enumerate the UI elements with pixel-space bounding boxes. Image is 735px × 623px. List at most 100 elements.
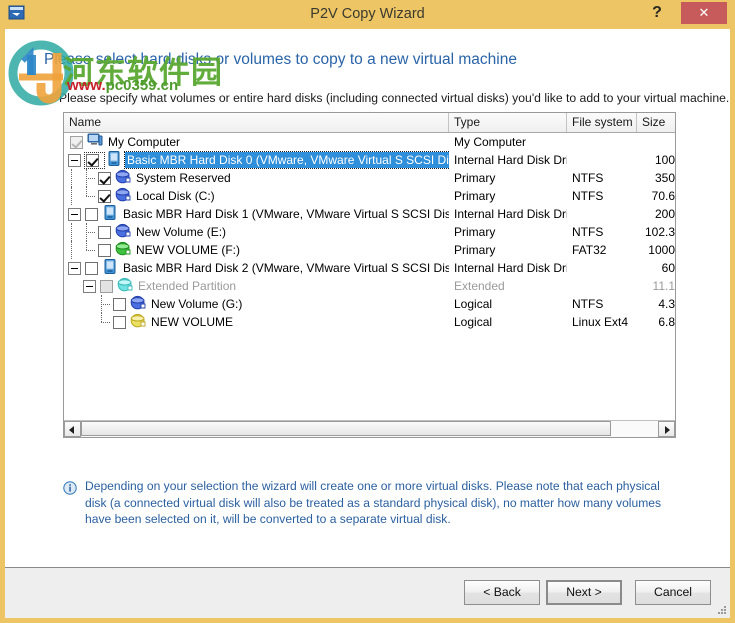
close-button[interactable]: ✕ <box>681 2 727 24</box>
row-checkbox[interactable] <box>98 243 111 257</box>
row-checkbox[interactable] <box>86 153 99 167</box>
tree-collapse-icon[interactable] <box>68 261 81 275</box>
resize-grip-icon[interactable] <box>715 604 727 616</box>
table-row[interactable]: NEW VOLUME (F:) Primary FAT32 1000 <box>64 241 675 259</box>
tree-item-label[interactable]: New Volume (E:) <box>134 224 228 240</box>
tree-item-label[interactable]: Extended Partition <box>136 278 238 294</box>
tree-item-label[interactable]: NEW VOLUME (F:) <box>134 242 242 258</box>
tree-item-type: Primary <box>454 243 496 257</box>
tree-item-name-cell[interactable]: Basic MBR Hard Disk 1 (VMware, VMware Vi… <box>64 205 449 223</box>
tree-item-label[interactable]: My Computer <box>106 134 182 150</box>
tree-collapse-icon[interactable] <box>68 153 81 167</box>
tree-item-file-system: FAT32 <box>572 243 607 257</box>
tree-item-name-cell[interactable]: NEW VOLUME (F:) <box>64 241 449 259</box>
row-checkbox[interactable] <box>85 261 98 275</box>
scrollbar-thumb[interactable] <box>81 421 611 436</box>
column-header-file-system[interactable]: File system <box>567 113 637 132</box>
tree-item-label[interactable]: Basic MBR Hard Disk 0 (VMware, VMware Vi… <box>124 151 449 169</box>
table-row[interactable]: System Reserved Primary NTFS 350 <box>64 169 675 187</box>
tree-item-label[interactable]: Basic MBR Hard Disk 2 (VMware, VMware Vi… <box>121 260 449 276</box>
row-checkbox[interactable] <box>85 207 98 221</box>
table-row[interactable]: Basic MBR Hard Disk 2 (VMware, VMware Vi… <box>64 259 675 277</box>
column-header-name[interactable]: Name <box>64 113 449 132</box>
hard-disk-icon <box>102 205 118 223</box>
tree-line <box>83 223 98 241</box>
next-button[interactable]: Next > <box>546 580 622 605</box>
tree-item-name-cell[interactable]: System Reserved <box>64 169 449 187</box>
scrollbar-track[interactable] <box>81 421 658 437</box>
tree-item-type: Internal Hard Disk Drive <box>454 261 567 275</box>
row-checkbox[interactable] <box>98 189 111 203</box>
table-row[interactable]: New Volume (G:) Logical NTFS 4.3 <box>64 295 675 313</box>
table-row[interactable]: Local Disk (C:) Primary NTFS 70.6 <box>64 187 675 205</box>
row-checkbox[interactable] <box>113 315 126 329</box>
tree-line <box>68 223 83 241</box>
tree-item-label[interactable]: Basic MBR Hard Disk 1 (VMware, VMware Vi… <box>121 206 449 222</box>
tree-item-size: 4.3 <box>658 297 675 311</box>
column-header-row: Name Type File system Size <box>64 113 675 133</box>
help-button[interactable]: ? <box>639 0 675 26</box>
tree-item-name-cell[interactable]: NEW VOLUME <box>64 313 449 331</box>
info-note-text: Depending on your selection the wizard w… <box>85 479 662 526</box>
tree-line <box>83 169 98 187</box>
cancel-button[interactable]: Cancel <box>635 580 711 605</box>
row-checkbox <box>70 135 83 149</box>
tree-collapse-icon[interactable] <box>68 207 81 221</box>
tree-item-file-system: NTFS <box>572 171 604 185</box>
row-checkbox[interactable] <box>100 279 113 293</box>
disk-volume-tree[interactable]: Name Type File system Size My Computer My… <box>63 112 676 438</box>
row-checkbox[interactable] <box>113 297 126 311</box>
tree-item-size: 11.1 <box>652 279 675 293</box>
back-button[interactable]: < Back <box>464 580 540 605</box>
tree-item-name-cell[interactable]: Extended Partition <box>64 277 449 295</box>
window-title: P2V Copy Wizard <box>310 6 425 22</box>
table-row[interactable]: My Computer My Computer <box>64 133 675 151</box>
table-row[interactable]: Basic MBR Hard Disk 0 (VMware, VMware Vi… <box>64 151 675 169</box>
tree-line <box>83 241 98 259</box>
tree-item-name-cell[interactable]: Basic MBR Hard Disk 2 (VMware, VMware Vi… <box>64 259 449 277</box>
tree-item-size: 60 <box>661 261 675 275</box>
tree-line <box>68 241 83 259</box>
scroll-right-arrow-icon[interactable] <box>658 421 675 437</box>
tree-item-name-cell[interactable]: My Computer <box>64 133 449 151</box>
tree-item-size: 70.6 <box>651 189 675 203</box>
page-description: Please specify what volumes or entire ha… <box>59 91 730 105</box>
wizard-client-area: Please select hard disks or volumes to c… <box>5 29 730 567</box>
tree-item-type: Internal Hard Disk Drive <box>454 153 567 167</box>
scroll-left-arrow-icon[interactable] <box>64 421 81 437</box>
tree-line <box>68 169 83 187</box>
row-checkbox[interactable] <box>98 225 111 239</box>
volume-blue-icon <box>115 187 131 205</box>
tree-item-size: 102.3 <box>644 225 675 239</box>
row-checkbox[interactable] <box>98 171 111 185</box>
volume-green-icon <box>115 241 131 259</box>
tree-item-size: 1000 <box>648 243 675 257</box>
tree-item-file-system: NTFS <box>572 297 604 311</box>
tree-item-name-cell[interactable]: Local Disk (C:) <box>64 187 449 205</box>
table-row[interactable]: Extended Partition Extended 11.1 <box>64 277 675 295</box>
tree-item-name-cell[interactable]: Basic MBR Hard Disk 0 (VMware, VMware Vi… <box>64 151 449 169</box>
tree-item-type: My Computer <box>454 135 527 149</box>
tree-item-type: Primary <box>454 189 496 203</box>
tree-item-type: Primary <box>454 225 496 239</box>
column-header-size[interactable]: Size <box>637 113 675 132</box>
table-row[interactable]: Basic MBR Hard Disk 1 (VMware, VMware Vi… <box>64 205 675 223</box>
tree-item-name-cell[interactable]: New Volume (E:) <box>64 223 449 241</box>
volume-blue-icon <box>115 169 131 187</box>
tree-collapse-icon[interactable] <box>83 279 96 293</box>
horizontal-scrollbar[interactable] <box>64 420 675 437</box>
tree-item-file-system: NTFS <box>572 225 604 239</box>
tree-item-label[interactable]: NEW VOLUME <box>149 314 235 330</box>
tree-item-name-cell[interactable]: New Volume (G:) <box>64 295 449 313</box>
tree-item-label[interactable]: New Volume (G:) <box>149 296 244 312</box>
tree-item-label[interactable]: Local Disk (C:) <box>134 188 217 204</box>
table-row[interactable]: NEW VOLUME Logical Linux Ext4 6.8 <box>64 313 675 331</box>
volume-blue-icon <box>130 295 146 313</box>
tree-item-label[interactable]: System Reserved <box>134 170 233 186</box>
tree-item-type: Logical <box>454 297 493 311</box>
table-row[interactable]: New Volume (E:) Primary NTFS 102.3 <box>64 223 675 241</box>
column-header-type[interactable]: Type <box>449 113 567 132</box>
tree-item-type: Primary <box>454 171 496 185</box>
checkbox-focus-ring <box>84 151 105 169</box>
